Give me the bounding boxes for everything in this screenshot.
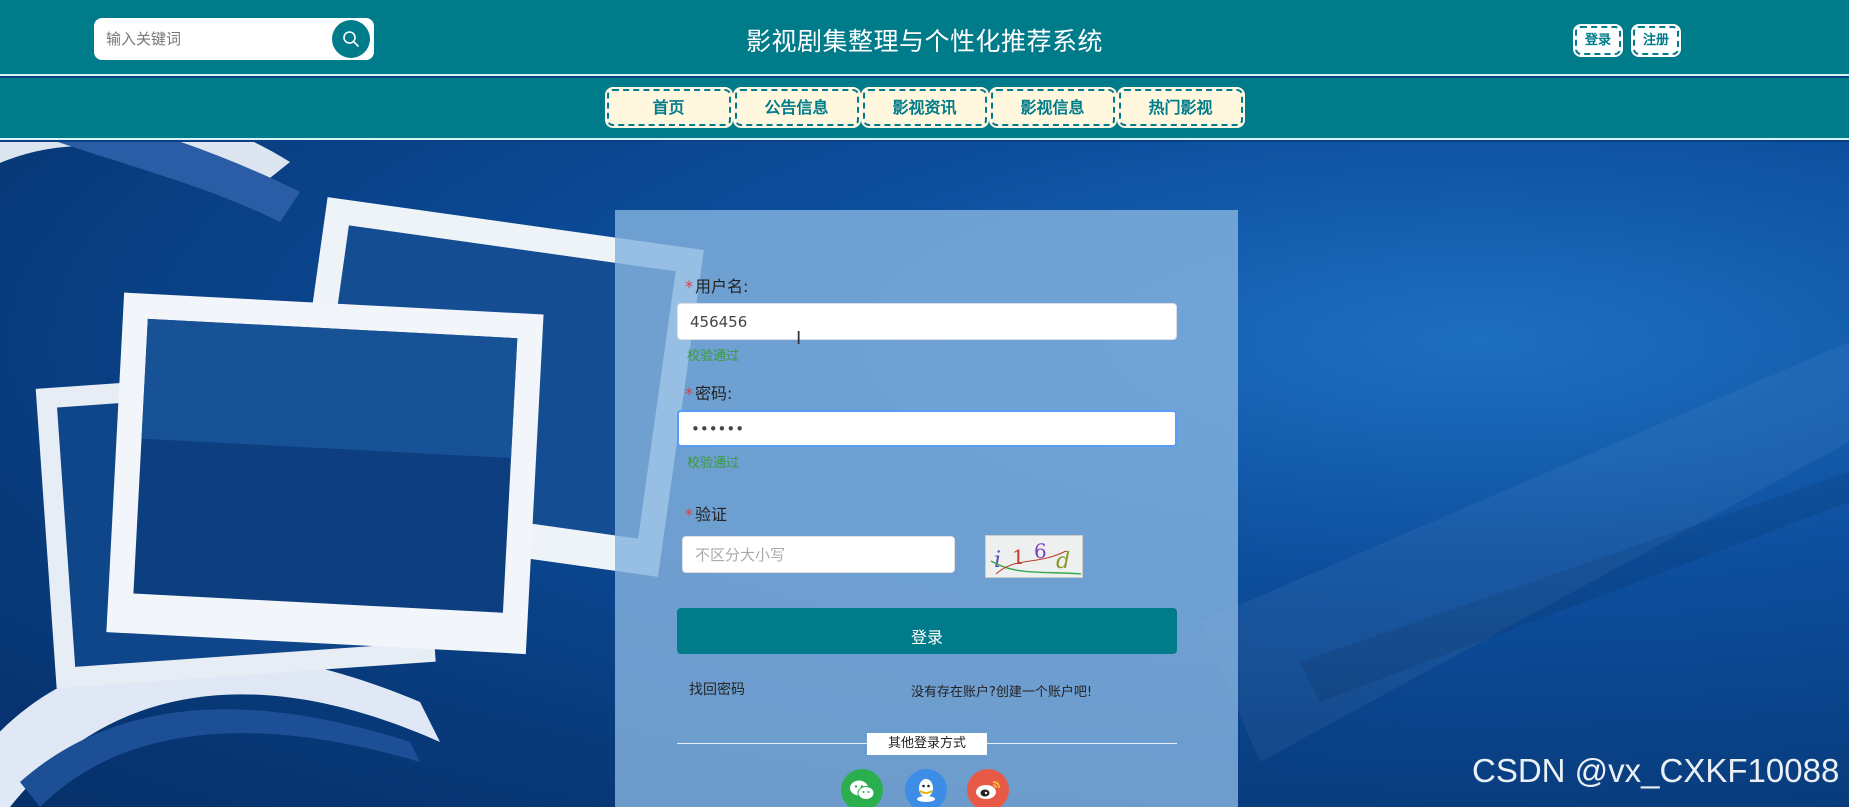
text-cursor-icon: I <box>796 328 802 349</box>
username-input[interactable] <box>677 303 1177 340</box>
other-login-methods-label: 其他登录方式 <box>867 733 987 755</box>
forgot-password-link[interactable]: 找回密码 <box>689 679 745 699</box>
required-mark: * <box>685 505 693 524</box>
header-login-button[interactable]: 登录 <box>1572 24 1624 57</box>
site-title: 影视剧集整理与个性化推荐系统 <box>745 27 1103 56</box>
required-mark: * <box>685 384 693 403</box>
login-panel: *用户名: 校验通过 *密码: 校验通过 *验证 i 1 6 d 登录 找回密码… <box>615 210 1238 807</box>
header-register-button[interactable]: 注册 <box>1630 24 1682 57</box>
captcha-graphic: i 1 6 d <box>990 539 1082 575</box>
qq-icon <box>917 779 935 802</box>
captcha-label: * 验证 <box>685 505 728 524</box>
password-label: * 密码: <box>685 384 733 403</box>
wechat-icon <box>850 780 875 800</box>
create-account-link[interactable]: 没有存在账户?创建一个账户吧! <box>911 681 1092 700</box>
nav-item-announcements[interactable]: 公告信息 <box>734 89 859 126</box>
nav-item-movies[interactable]: 影视信息 <box>990 89 1115 126</box>
svg-text:1: 1 <box>1012 545 1025 569</box>
main-nav: 首页 公告信息 影视资讯 影视信息 热门影视 <box>0 78 1849 140</box>
username-label: * 用户名: <box>685 277 749 296</box>
wechat-login-button[interactable] <box>841 769 883 807</box>
top-header: 影视剧集整理与个性化推荐系统 登录 注册 <box>0 0 1849 76</box>
watermark-text: CSDN @vx_CXKF10088 <box>1472 752 1840 789</box>
weibo-icon <box>976 781 1000 799</box>
captcha-input[interactable] <box>682 536 955 573</box>
weibo-login-button[interactable] <box>967 769 1009 807</box>
qq-login-button[interactable] <box>905 769 947 807</box>
nav-item-news[interactable]: 影视资讯 <box>862 89 987 126</box>
nav-item-hot-movies[interactable]: 热门影视 <box>1118 89 1243 126</box>
username-validation-hint: 校验通过 <box>687 349 740 364</box>
password-validation-hint: 校验通过 <box>687 456 740 471</box>
password-input[interactable] <box>677 410 1177 447</box>
required-mark: * <box>685 277 693 296</box>
captcha-image[interactable]: i 1 6 d <box>985 535 1083 578</box>
login-submit-button[interactable]: 登录 <box>677 608 1177 654</box>
nav-item-home[interactable]: 首页 <box>606 89 731 126</box>
svg-text:i: i <box>994 548 1001 573</box>
